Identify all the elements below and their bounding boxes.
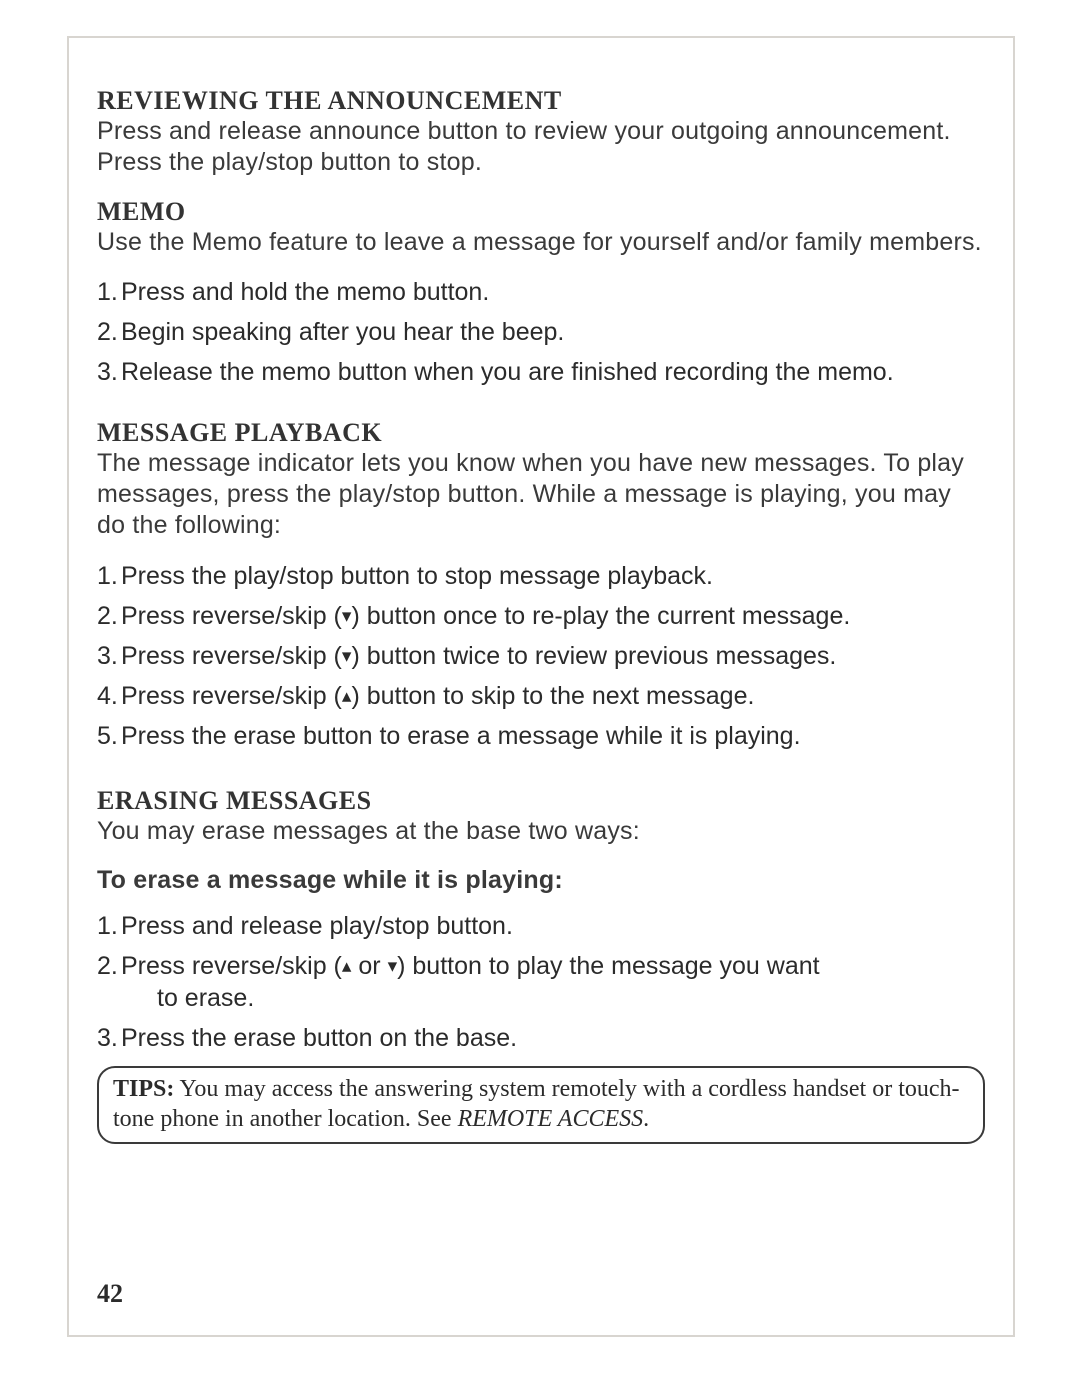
list-item: 5.Press the erase button to erase a mess… [97,720,985,752]
li-text: Begin speaking after you hear the beep. [121,318,564,346]
li-text-after: ) button to skip to the next message. [351,682,754,710]
li-text-after: ) button twice to review previous messag… [351,642,836,670]
down-triangle-icon: ▾ [388,956,398,977]
li-text-before: Press reverse/skip ( [121,952,342,980]
li-text: Press the erase button on the base. [121,1024,517,1052]
up-triangle-icon: ▴ [342,956,352,977]
tips-ref: REMOTE ACCESS [458,1106,644,1132]
list-item: 2.Press reverse/skip (▾) button once to … [97,600,985,632]
list-item: 1.Press and release play/stop button. [97,910,985,942]
down-triangle-icon: ▾ [342,646,352,667]
li-text-line2: to erase. [127,982,985,1014]
li-text-before: Press reverse/skip ( [121,682,342,710]
tips-body-after: . [643,1106,649,1132]
sub-heading-erasing: To erase a message while it is playing: [97,865,985,896]
list-item: 1.Press the play/stop button to stop mes… [97,560,985,592]
li-text: Release the memo button when you are fin… [121,358,894,386]
heading-playback: MESSAGE PLAYBACK [97,418,985,448]
tips-box: TIPS: You may access the answering syste… [97,1066,985,1144]
li-text-after: ) button to play the message you want [397,952,819,980]
heading-erasing: ERASING MESSAGES [97,786,985,816]
page-number: 42 [97,1279,123,1309]
manual-page: REVIEWING THE ANNOUNCEMENT Press and rel… [69,38,1013,1335]
li-text: Press the play/stop button to stop messa… [121,562,713,590]
body-review: Press and release announce button to rev… [97,116,985,179]
memo-list: 1.Press and hold the memo button. 2.Begi… [97,276,985,388]
body-playback: The message indicator lets you know when… [97,448,985,542]
body-erasing: You may erase messages at the base two w… [97,816,985,847]
li-text-middle: or [351,952,387,980]
erasing-list: 1.Press and release play/stop button. 2.… [97,910,985,1054]
li-text: Press and hold the memo button. [121,278,489,306]
li-text: Press the erase button to erase a messag… [121,722,801,750]
list-item: 3.Press reverse/skip (▾) button twice to… [97,640,985,672]
li-text-before: Press reverse/skip ( [121,602,342,630]
li-text-after: ) button once to re-play the current mes… [351,602,850,630]
li-text-before: Press reverse/skip ( [121,642,342,670]
heading-review: REVIEWING THE ANNOUNCEMENT [97,86,985,116]
list-item: 3.Release the memo button when you are f… [97,356,985,388]
up-triangle-icon: ▴ [342,686,352,707]
list-item: 2.Press reverse/skip (▴ or ▾) button to … [97,950,985,1014]
list-item: 3.Press the erase button on the base. [97,1022,985,1054]
heading-memo: MEMO [97,197,985,227]
list-item: 1.Press and hold the memo button. [97,276,985,308]
list-item: 4.Press reverse/skip (▴) button to skip … [97,680,985,712]
tips-label: TIPS: [113,1076,174,1102]
playback-list: 1.Press the play/stop button to stop mes… [97,560,985,752]
li-text: Press and release play/stop button. [121,912,513,940]
body-memo: Use the Memo feature to leave a message … [97,227,985,258]
down-triangle-icon: ▾ [342,606,352,627]
list-item: 2.Begin speaking after you hear the beep… [97,316,985,348]
